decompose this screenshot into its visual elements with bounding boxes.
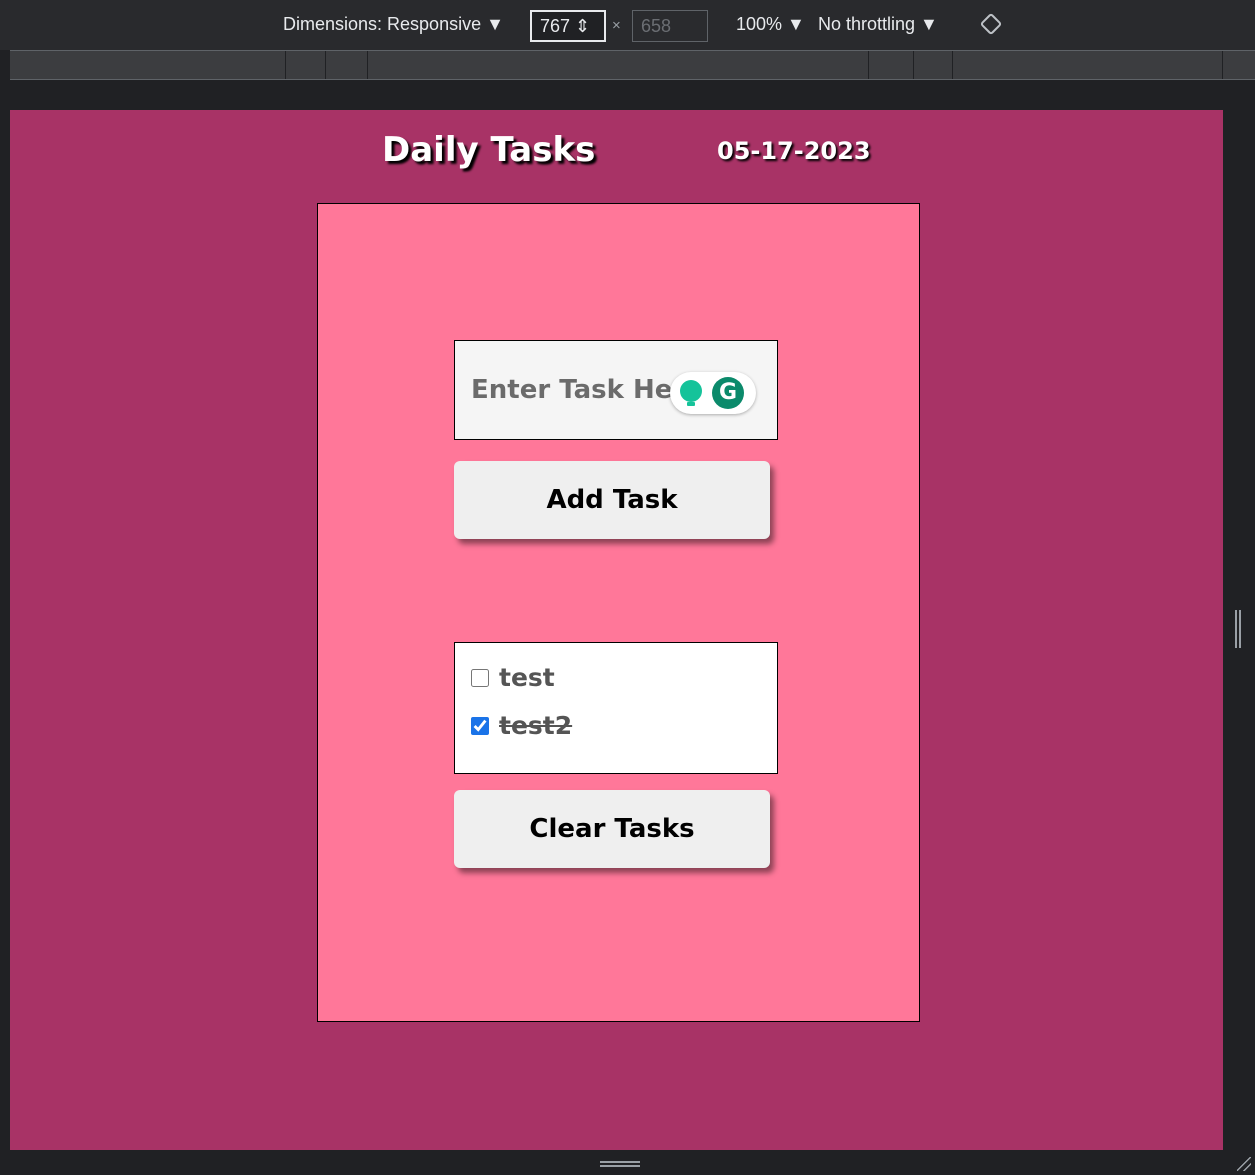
add-task-button[interactable]: Add Task [454,461,770,539]
bottom-resize-handle[interactable] [0,1150,1255,1175]
grammarly-widget[interactable]: G [670,372,756,414]
dimensions-dropdown[interactable]: Dimensions: Responsive ▼ [283,14,504,35]
task-label: test2 [499,711,573,740]
list-item[interactable]: test2 [471,711,572,740]
device-viewport: Daily Tasks 05-17-2023 G Add Task test t… [10,110,1223,1150]
lightbulb-icon[interactable] [680,380,702,406]
times-symbol: × [612,17,621,34]
grammarly-icon[interactable]: G [712,377,744,409]
task-list: test test2 [454,642,778,774]
task-checkbox[interactable] [471,668,489,687]
task-panel: G Add Task test test2 Clear Tasks [317,203,920,1022]
task-label: test [499,663,555,692]
devtools-toolbar: Dimensions: Responsive ▼ 767 ⇕ × 658 100… [0,0,1255,50]
rotate-icon[interactable] [979,12,1003,36]
clear-tasks-button[interactable]: Clear Tasks [454,790,770,868]
right-resize-handle[interactable] [1223,110,1255,1150]
page-title: Daily Tasks [382,130,596,170]
resize-grip-icon [600,1161,640,1167]
page-date: 05-17-2023 [717,137,871,165]
list-item[interactable]: test [471,663,555,692]
height-input[interactable]: 658 [632,10,708,42]
task-checkbox[interactable] [471,716,489,735]
corner-resize-icon[interactable] [1237,1157,1251,1171]
resize-grip-icon [1235,610,1241,648]
throttling-dropdown[interactable]: No throttling ▼ [818,14,938,35]
left-gutter [0,50,10,1175]
zoom-dropdown[interactable]: 100% ▼ [736,14,805,35]
media-query-ruler[interactable] [10,50,1255,80]
width-input[interactable]: 767 ⇕ [530,10,606,42]
